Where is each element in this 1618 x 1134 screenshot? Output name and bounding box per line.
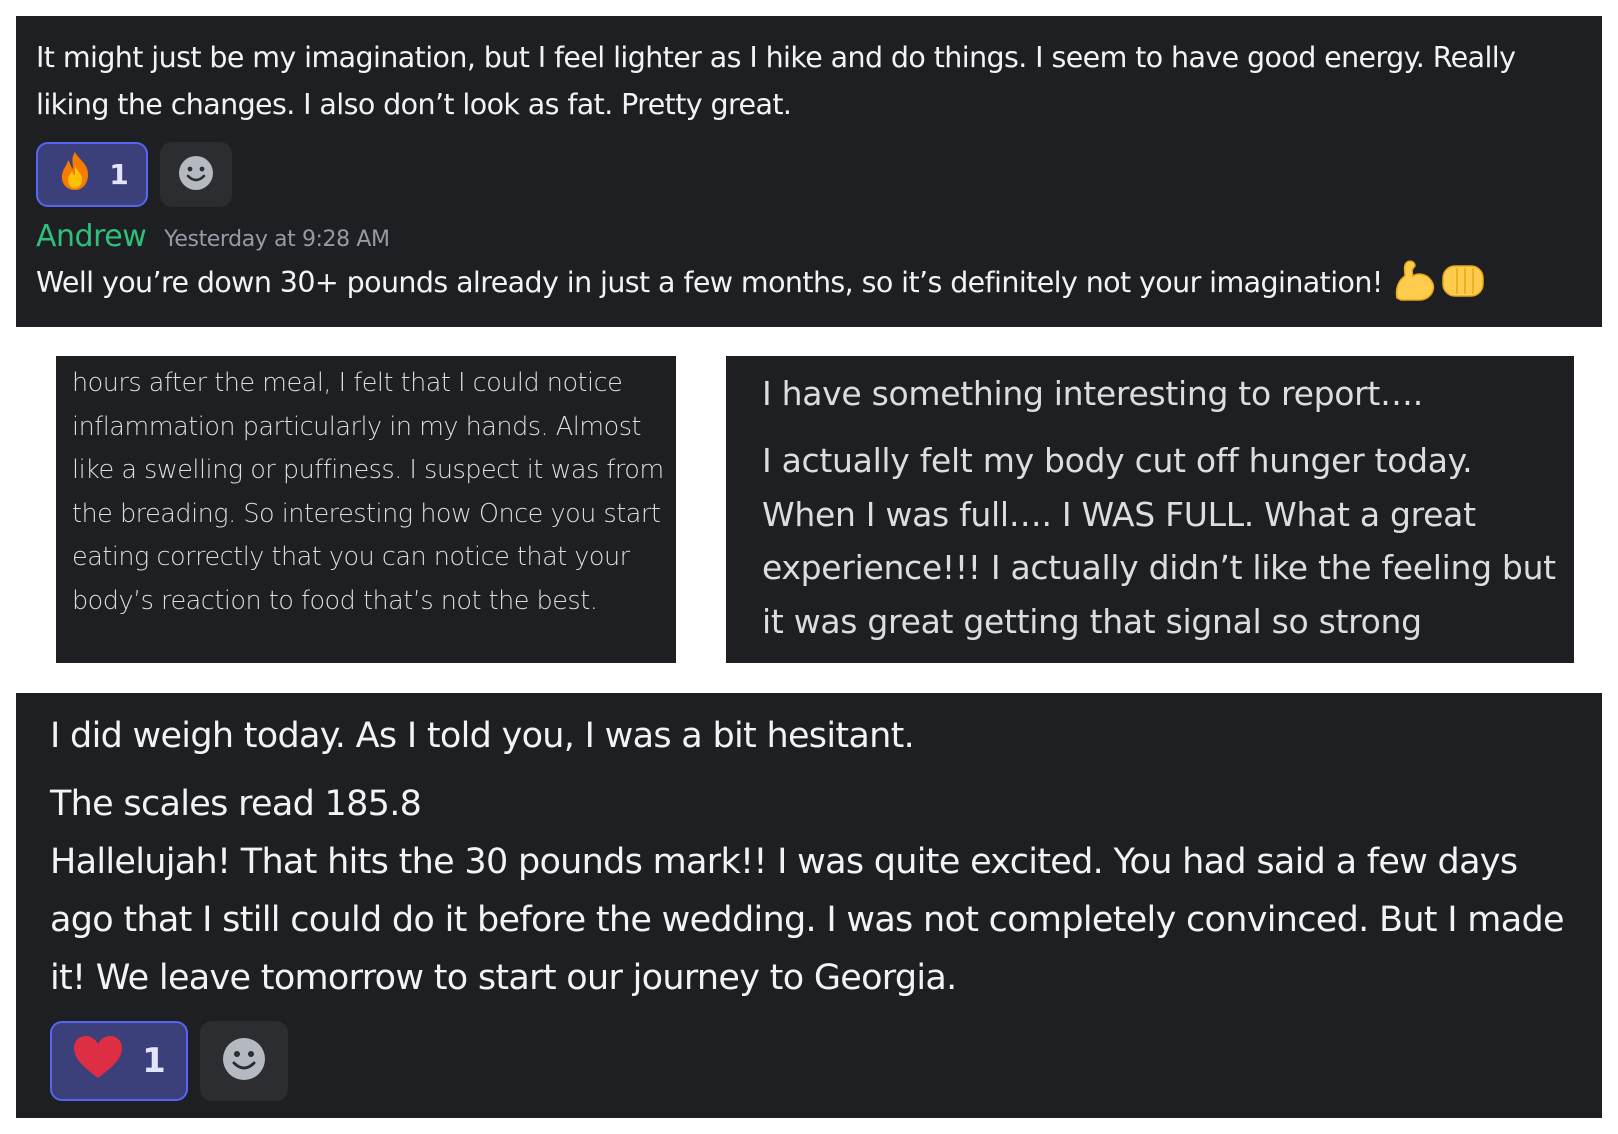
chat-message-panel-right: I have something interesting to report….… (726, 356, 1574, 663)
message-timestamp: Yesterday at 9:28 AM (164, 227, 390, 252)
reaction-count: 1 (109, 158, 129, 191)
message-text: hours after the meal, I felt that I coul… (72, 368, 664, 616)
reaction-bar: 1 (36, 142, 1582, 207)
reply-text: Well you’re down 30+ pounds already in j… (36, 265, 1383, 299)
message-paragraph-2: I actually felt my body cut off hunger t… (762, 441, 1556, 641)
flexed-biceps-emoji-icon (1391, 258, 1437, 306)
reply-header: Andrew Yesterday at 9:28 AM (36, 219, 1582, 254)
smiley-icon (221, 1036, 267, 1086)
reaction-fire-button[interactable]: 1 (36, 142, 148, 207)
message-text: It might just be my imagination, but I f… (36, 41, 1516, 121)
reply-emojis (1391, 258, 1489, 306)
chat-message-panel-top: It might just be my imagination, but I f… (16, 16, 1602, 327)
reaction-bar: 1 (50, 1021, 1582, 1101)
chat-message-panel-bottom: I did weigh today. As I told you, I was … (16, 693, 1602, 1118)
fire-emoji-icon (55, 150, 95, 199)
red-heart-emoji-icon (72, 1034, 124, 1089)
message-paragraph-1: I have something interesting to report…. (762, 374, 1423, 413)
chat-message-panel-left: hours after the meal, I felt that I coul… (56, 356, 676, 663)
reaction-count: 1 (142, 1041, 166, 1081)
reaction-heart-button[interactable]: 1 (50, 1021, 188, 1101)
message-paragraph-1: I did weigh today. As I told you, I was … (50, 716, 915, 756)
author-name[interactable]: Andrew (36, 219, 147, 254)
message-paragraph-2: The scales read 185.8 Hallelujah! That h… (50, 784, 1564, 998)
smiley-icon (177, 154, 215, 196)
reply-message: Well you’re down 30+ pounds already in j… (36, 258, 1582, 306)
add-reaction-button[interactable] (200, 1021, 288, 1101)
oncoming-fist-emoji-icon (1439, 260, 1489, 304)
add-reaction-button[interactable] (160, 142, 232, 207)
